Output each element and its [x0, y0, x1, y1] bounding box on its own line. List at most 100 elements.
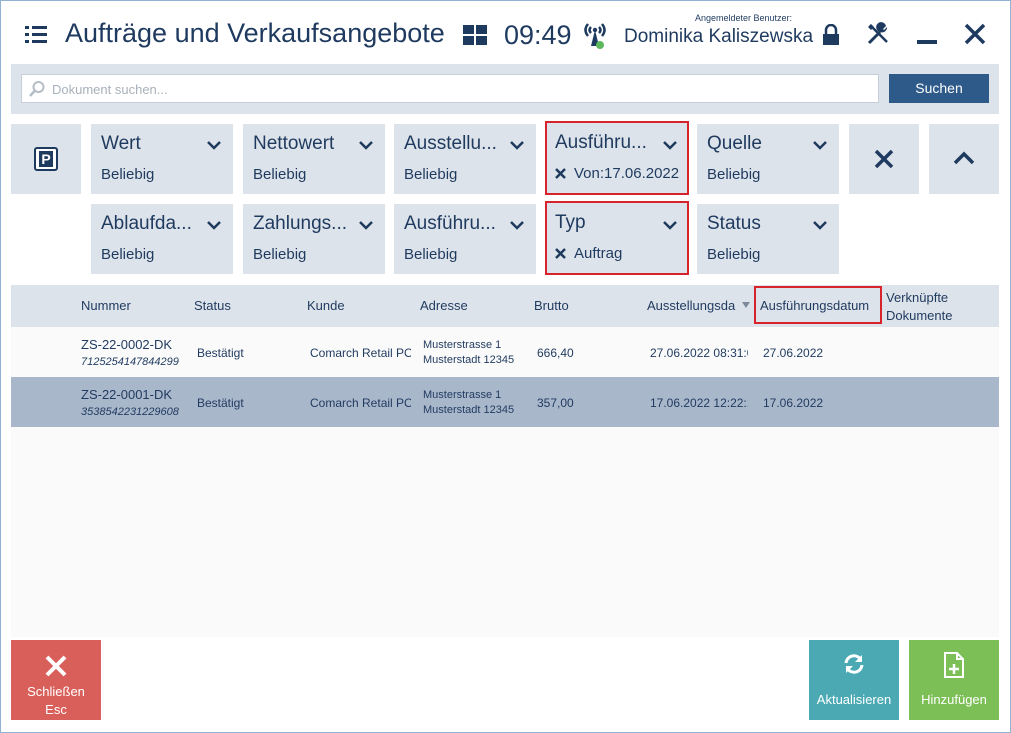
- cell-brutto: 666,40: [537, 346, 574, 360]
- filter-zahlungsform[interactable]: Zahlungs... Beliebig: [243, 204, 385, 274]
- cell-nummer: ZS-22-0002-DK: [81, 337, 173, 352]
- chevron-down-icon: [359, 221, 373, 230]
- cell-adresse-line2: Musterstadt 12345: [423, 404, 515, 416]
- parking-icon: P: [34, 147, 58, 171]
- cell-nummer: ZS-22-0001-DK: [81, 387, 173, 402]
- tiles-icon[interactable]: [463, 25, 487, 45]
- chevron-down-icon: [813, 221, 827, 230]
- close-label: Schließen: [27, 684, 85, 699]
- cell-kunde: Comarch Retail PO: [310, 396, 411, 410]
- filter-value: Beliebig: [253, 246, 307, 263]
- filter-value: Beliebig: [404, 246, 458, 263]
- cell-kunde: Comarch Retail PO: [310, 346, 411, 360]
- cell-ausfuehrungsdatum: 27.06.2022: [763, 346, 824, 360]
- cell-ean: 7125254147844299: [81, 356, 179, 368]
- filter-wert[interactable]: Wert Beliebig: [91, 124, 233, 194]
- chevron-down-icon: [207, 221, 221, 230]
- logged-in-user-caption: Angemeldeter Benutzer:: [695, 13, 793, 23]
- column-header-line: Verknüpfte: [886, 290, 949, 305]
- search-button[interactable]: Suchen: [889, 74, 989, 103]
- chevron-up-icon: [953, 151, 975, 165]
- cell-ean: 3538542231229608: [81, 406, 179, 418]
- close-button[interactable]: Schließen Esc: [11, 640, 101, 720]
- filter-value: Auftrag: [574, 245, 623, 262]
- cell-ausfuehrungsdatum: 17.06.2022: [763, 396, 824, 410]
- filter-ablaufdatum[interactable]: Ablaufda... Beliebig: [91, 204, 233, 274]
- column-header-ausstellungsdatum[interactable]: Ausstellungsda: [647, 298, 743, 313]
- chevron-down-icon: [510, 221, 524, 230]
- clear-filters-button[interactable]: [849, 124, 919, 194]
- chevron-down-icon: [813, 141, 827, 150]
- filter-title: Ablaufda...: [101, 213, 192, 234]
- column-header-line: Dokumente: [886, 308, 953, 323]
- filter-title: Nettowert: [253, 133, 335, 154]
- header: Aufträge und Verkaufsangebote 09:49 Ange…: [0, 0, 1009, 64]
- table-row[interactable]: ZS-22-0001-DK 3538542231229608 Bestätigt…: [11, 377, 999, 427]
- column-header-status[interactable]: Status: [194, 298, 231, 313]
- sort-descending-icon: [741, 298, 750, 313]
- filter-value: Von:17.06.2022: [574, 165, 679, 182]
- cell-ausstellungsdatum: 27.06.2022 08:31:0: [650, 346, 748, 360]
- column-header-kunde[interactable]: Kunde: [307, 298, 345, 313]
- column-header-nummer[interactable]: Nummer: [81, 298, 131, 313]
- column-header-ausfuehrungsdatum[interactable]: Ausführungsdatum: [760, 298, 869, 313]
- add-document-icon: [944, 652, 964, 678]
- search-input[interactable]: [52, 78, 872, 100]
- chevron-down-icon: [663, 141, 677, 150]
- clock: 09:49: [504, 20, 572, 50]
- filter-value-row: Auftrag: [555, 245, 622, 262]
- user-name: Dominika Kaliszewska: [624, 26, 814, 47]
- chevron-down-icon: [663, 221, 677, 230]
- cell-brutto: 357,00: [537, 396, 574, 410]
- search-icon: [29, 81, 45, 97]
- filter-value: Beliebig: [101, 246, 155, 263]
- refresh-button[interactable]: Aktualisieren: [809, 640, 899, 720]
- lock-icon[interactable]: [820, 24, 842, 46]
- cell-status: Bestätigt: [197, 396, 244, 410]
- filter-ausfuehrungsdatum[interactable]: Ausführu... Von:17.06.2022: [545, 121, 689, 195]
- filter-title: Ausführu...: [404, 213, 496, 234]
- document-list: ZS-22-0002-DK 7125254147844299 Bestätigt…: [11, 327, 999, 637]
- filter-value-row: Von:17.06.2022: [555, 165, 679, 182]
- cell-adresse-line2: Musterstadt 12345: [423, 354, 515, 366]
- parking-button[interactable]: P: [11, 124, 81, 194]
- column-header-adresse[interactable]: Adresse: [420, 298, 468, 313]
- refresh-icon: [844, 654, 864, 674]
- table-header: Nummer Status Kunde Adresse Brutto Ausst…: [11, 285, 999, 327]
- search-field[interactable]: [21, 74, 879, 103]
- close-icon: [45, 655, 67, 677]
- column-header-brutto[interactable]: Brutto: [534, 298, 569, 313]
- clear-filter-icon[interactable]: [555, 168, 566, 179]
- filter-value: Beliebig: [707, 246, 761, 263]
- filter-title: Wert: [101, 133, 141, 154]
- filter-title: Ausführu...: [555, 132, 647, 153]
- filter-value: Beliebig: [404, 166, 458, 183]
- column-header-verknuepfte-dokumente[interactable]: Verknüpfte Dokumente: [886, 289, 952, 325]
- cell-adresse-line1: Musterstrasse 1: [423, 389, 502, 401]
- cell-status: Bestätigt: [197, 346, 244, 360]
- page-title: Aufträge und Verkaufsangebote: [65, 18, 445, 48]
- filter-title: Ausstellu...: [404, 133, 497, 154]
- add-label: Hinzufügen: [921, 692, 987, 707]
- filter-ausfuehrung[interactable]: Ausführu... Beliebig: [394, 204, 536, 274]
- filter-title: Status: [707, 213, 761, 234]
- chevron-down-icon: [207, 141, 221, 150]
- clear-filter-icon[interactable]: [555, 248, 566, 259]
- hamburger-menu-icon[interactable]: [25, 26, 47, 44]
- close-window-icon[interactable]: [963, 22, 987, 46]
- filter-typ[interactable]: Typ Auftrag: [545, 201, 689, 275]
- add-button[interactable]: Hinzufügen: [909, 640, 999, 720]
- minimize-icon[interactable]: [917, 40, 937, 44]
- filter-status[interactable]: Status Beliebig: [697, 204, 839, 274]
- filter-title: Quelle: [707, 133, 762, 154]
- refresh-label: Aktualisieren: [816, 692, 892, 707]
- collapse-filters-button[interactable]: [929, 124, 999, 194]
- filter-ausstellungsdatum[interactable]: Ausstellu... Beliebig: [394, 124, 536, 194]
- tools-icon[interactable]: [866, 22, 890, 46]
- filter-nettowert[interactable]: Nettowert Beliebig: [243, 124, 385, 194]
- close-shortcut: Esc: [45, 702, 67, 717]
- filter-value: Beliebig: [253, 166, 307, 183]
- chevron-down-icon: [359, 141, 373, 150]
- table-row[interactable]: ZS-22-0002-DK 7125254147844299 Bestätigt…: [11, 327, 999, 377]
- filter-quelle[interactable]: Quelle Beliebig: [697, 124, 839, 194]
